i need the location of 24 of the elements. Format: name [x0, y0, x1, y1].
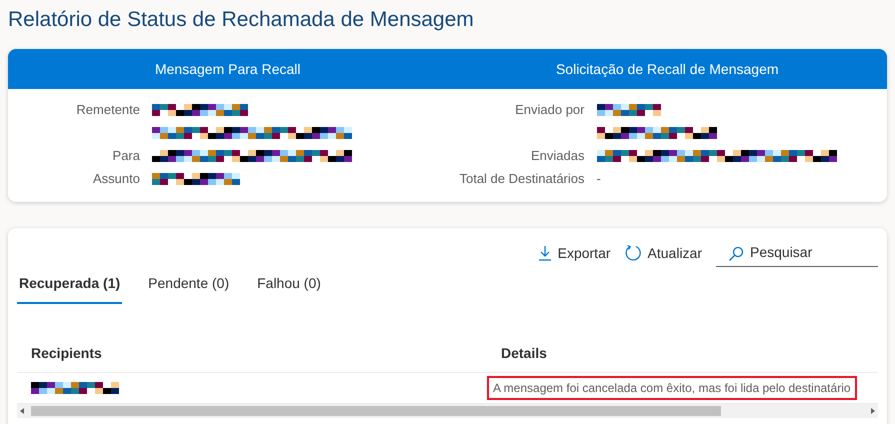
search-icon: [728, 246, 744, 262]
horizontal-scrollbar[interactable]: [17, 404, 878, 418]
tab[interactable]: Pendente (0): [146, 269, 232, 304]
tab[interactable]: Falhou (0): [255, 269, 323, 304]
field-label: Para: [112, 147, 140, 165]
column-header: Details: [500, 344, 548, 363]
export-button[interactable]: Exportar: [538, 244, 611, 260]
field-label: Assunto: [92, 170, 140, 188]
redacted-text: [596, 104, 660, 116]
column-header: Recipients: [30, 344, 103, 363]
section-header: Solicitação de Recall de Mensagem: [448, 49, 887, 89]
page-title: Relatório de Status de Rechamada de Mensagem: [8, 7, 475, 33]
download-icon: [538, 244, 552, 260]
field-label: Enviado por: [514, 101, 584, 119]
field-value: -: [596, 171, 601, 186]
field-label: Enviadas: [530, 147, 584, 165]
field-label: Total de Destinatários: [458, 170, 584, 188]
details-cell: A mensagem foi cancelada com êxito, mas foi lida pelo destinatário: [487, 376, 857, 400]
tab[interactable]: Recuperada (1): [17, 269, 122, 304]
section-header: Mensagem Para Recall: [8, 49, 448, 89]
search-field[interactable]: Pesquisar: [716, 244, 878, 267]
refresh-icon: [624, 244, 642, 261]
field-label: Remetente: [75, 101, 140, 119]
refresh-button[interactable]: Atualizar: [624, 244, 702, 261]
